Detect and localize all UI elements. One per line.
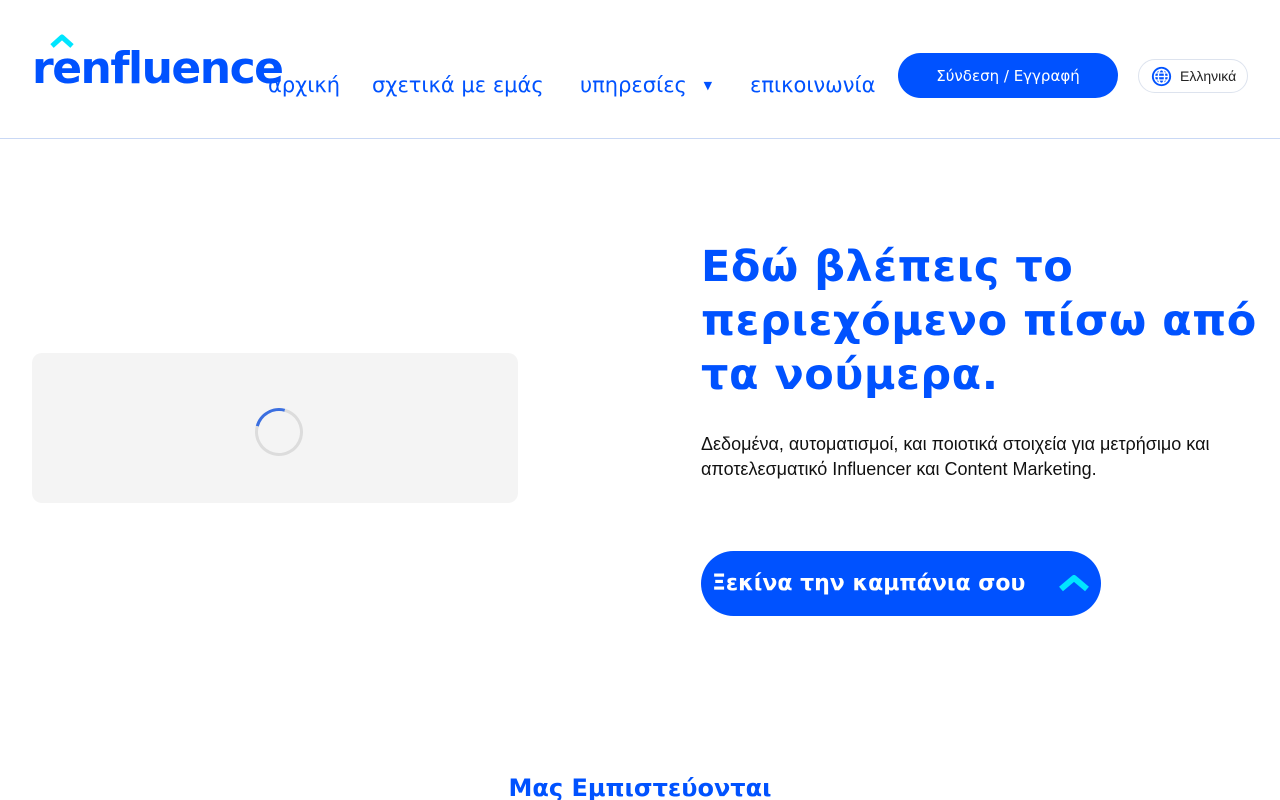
login-signup-button[interactable]: Σύνδεση / Εγγραφή bbox=[898, 53, 1118, 98]
language-selector[interactable]: Ελληνικά bbox=[1138, 59, 1248, 93]
trusted-by-heading: Μας Εμπιστεύονται bbox=[508, 774, 772, 800]
start-campaign-button[interactable]: Ξεκίνα την καμπάνια σου bbox=[701, 551, 1101, 616]
nav-item-home[interactable]: αρχική bbox=[268, 70, 340, 100]
language-label: Ελληνικά bbox=[1180, 68, 1237, 84]
hero-title: Εδώ βλέπεις το περιεχόμενο πίσω από τα ν… bbox=[701, 242, 1257, 400]
nav-item-services[interactable]: υπηρεσίες ▼ bbox=[580, 70, 712, 101]
hero-media-placeholder bbox=[32, 353, 518, 503]
loading-spinner-icon bbox=[246, 399, 312, 465]
logo[interactable]: renfluence bbox=[32, 34, 284, 96]
site-header: renfluence αρχική σχετικά με εμάς υπηρεσ… bbox=[0, 0, 1280, 139]
hero-description: Δεδομένα, αυτοματισμοί, και ποιοτικά στο… bbox=[701, 434, 1210, 479]
chevron-up-icon bbox=[1059, 575, 1089, 592]
start-campaign-label: Ξεκίνα την καμπάνια σου bbox=[712, 571, 1026, 596]
nav-item-contact[interactable]: επικοινωνία bbox=[750, 70, 875, 100]
globe-icon bbox=[1151, 66, 1172, 86]
chevron-down-icon: ▼ bbox=[703, 79, 713, 92]
nav-item-about[interactable]: σχετικά με εμάς bbox=[372, 70, 544, 100]
nav-item-services-label: υπηρεσίες bbox=[580, 73, 687, 97]
logo-text: renfluence bbox=[32, 43, 284, 94]
